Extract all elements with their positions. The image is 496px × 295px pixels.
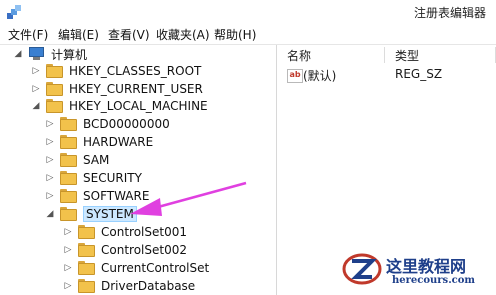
column-divider[interactable] — [384, 47, 385, 63]
column-header-name[interactable]: 名称 — [287, 45, 311, 65]
column-header-type[interactable]: 类型 — [395, 45, 419, 65]
watermark-text: 这里教程网 — [386, 257, 467, 276]
value-name: (默认) — [303, 69, 337, 83]
watermark-url: herecours.com — [392, 275, 476, 286]
ab-string-icon: ab — [287, 69, 303, 83]
watermark: 这里教程网 herecours.com — [342, 247, 492, 293]
watermark-logo-icon — [342, 253, 382, 285]
value-type: REG_SZ — [395, 67, 443, 81]
